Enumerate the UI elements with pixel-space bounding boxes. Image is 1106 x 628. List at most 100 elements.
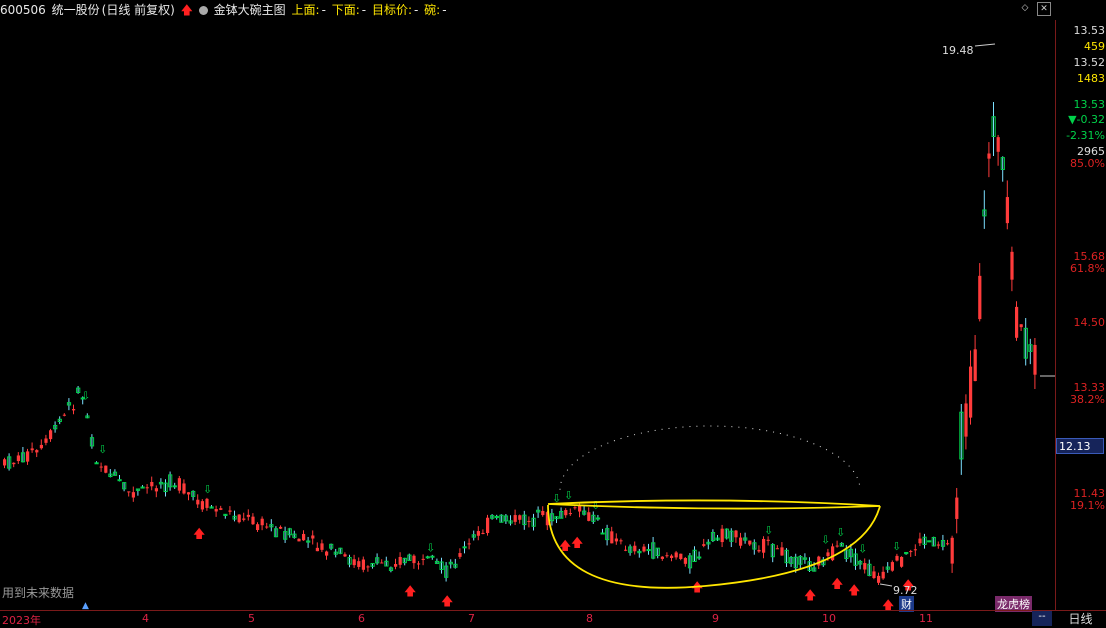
candle-body xyxy=(462,546,467,549)
candle xyxy=(279,525,283,530)
candle xyxy=(554,516,559,524)
candle xyxy=(481,529,485,535)
candle xyxy=(30,442,34,453)
candle xyxy=(762,536,766,559)
candle-body xyxy=(863,563,867,570)
stock-name: 统一股份 xyxy=(51,3,100,17)
candle-body xyxy=(315,547,319,552)
candle xyxy=(384,556,389,567)
candle-body xyxy=(3,459,7,466)
candle xyxy=(508,515,513,526)
indicator-settings-icon[interactable] xyxy=(198,6,208,15)
candle xyxy=(895,553,899,562)
candle xyxy=(697,551,702,560)
candle-body xyxy=(228,510,232,512)
buy-arrow-icon: 🡅 xyxy=(882,598,894,610)
candle-body xyxy=(775,548,779,550)
candle xyxy=(439,557,444,574)
candle xyxy=(1019,324,1023,332)
sell-arrow-icon: ⇩ xyxy=(81,389,90,402)
candle xyxy=(273,526,279,538)
candle-body xyxy=(927,540,932,543)
candle xyxy=(108,469,113,478)
candle xyxy=(600,528,605,535)
candle xyxy=(494,514,499,520)
candle xyxy=(655,547,660,559)
candle-body xyxy=(1015,306,1019,338)
candle xyxy=(150,476,154,491)
close-icon[interactable]: ✕ xyxy=(1037,2,1051,16)
candle-body xyxy=(573,507,577,509)
candle-body xyxy=(946,543,950,545)
candle-body xyxy=(610,531,614,544)
candle xyxy=(743,532,748,544)
kline-chart[interactable]: 🡅🡅🡅🡅 🡅🡅🡅🡅 🡅🡅🡅⇩⇩⇩⇩⇩ ⇩⇩⇩⇩⇩⇩ ⇩ 19.48 9.72 xyxy=(0,20,1055,610)
candle xyxy=(881,566,885,580)
candle xyxy=(306,536,311,548)
candle xyxy=(950,535,954,573)
price-top: 13.53 xyxy=(1073,24,1106,37)
x-label-5: 8 xyxy=(586,612,593,625)
level-2: 14.50 xyxy=(1073,316,1106,329)
candle xyxy=(858,559,863,570)
candle xyxy=(471,530,476,541)
diamond-icon[interactable]: ◇ xyxy=(1019,2,1031,14)
candle xyxy=(946,539,950,546)
candle xyxy=(973,335,977,382)
candle xyxy=(287,527,292,538)
candle xyxy=(246,509,250,521)
candle-body xyxy=(352,559,356,566)
candle xyxy=(458,548,462,559)
candle-body xyxy=(739,537,743,546)
candle xyxy=(549,508,555,526)
up-arrow-icon: 🡅 xyxy=(180,3,194,17)
candle-body xyxy=(320,543,324,550)
candle-body xyxy=(780,547,784,556)
candle xyxy=(49,428,53,442)
candle-body xyxy=(94,462,99,465)
candle xyxy=(20,446,26,463)
period-tab[interactable]: 日线 xyxy=(1055,610,1106,627)
candle-body xyxy=(172,485,177,488)
candle-body xyxy=(30,448,34,451)
candle xyxy=(839,542,844,547)
candle-body xyxy=(458,553,462,557)
candle xyxy=(57,416,62,425)
candle xyxy=(357,557,361,570)
sell-arrow-icon: ⇩ xyxy=(764,524,773,537)
candle-body xyxy=(909,551,913,553)
candle xyxy=(315,542,319,552)
candle-body xyxy=(44,438,48,443)
candle xyxy=(205,497,209,511)
upper-label: 上面: xyxy=(291,3,320,17)
candle xyxy=(352,554,356,568)
candle xyxy=(890,560,894,572)
candle xyxy=(531,513,536,531)
sell-arrow-icon: ⇩ xyxy=(98,443,107,456)
candle xyxy=(66,398,72,411)
period-mode: (日线 前复权) xyxy=(101,3,175,17)
candle xyxy=(89,434,95,449)
candle xyxy=(265,522,269,529)
candle xyxy=(163,479,168,497)
candle-body xyxy=(467,543,471,545)
candle xyxy=(242,512,246,522)
candle xyxy=(35,449,39,458)
candle xyxy=(72,404,76,415)
candle xyxy=(987,142,991,178)
candle-body xyxy=(265,526,269,528)
candle-body xyxy=(494,515,499,518)
candle xyxy=(338,547,343,555)
candle-body xyxy=(702,544,706,546)
candle xyxy=(757,545,761,553)
candle-body xyxy=(481,532,485,535)
candle-body xyxy=(279,526,283,529)
stock-code: 600506 xyxy=(0,3,46,17)
sell-arrow-icon: ⇩ xyxy=(892,540,901,553)
scroll-end-icon[interactable]: -- xyxy=(1032,611,1052,626)
candle xyxy=(831,543,835,562)
candle-body xyxy=(430,555,435,558)
candle xyxy=(877,572,881,586)
candle-body xyxy=(660,556,664,559)
indicator-name[interactable]: 金钵大碗主图 xyxy=(214,3,286,17)
